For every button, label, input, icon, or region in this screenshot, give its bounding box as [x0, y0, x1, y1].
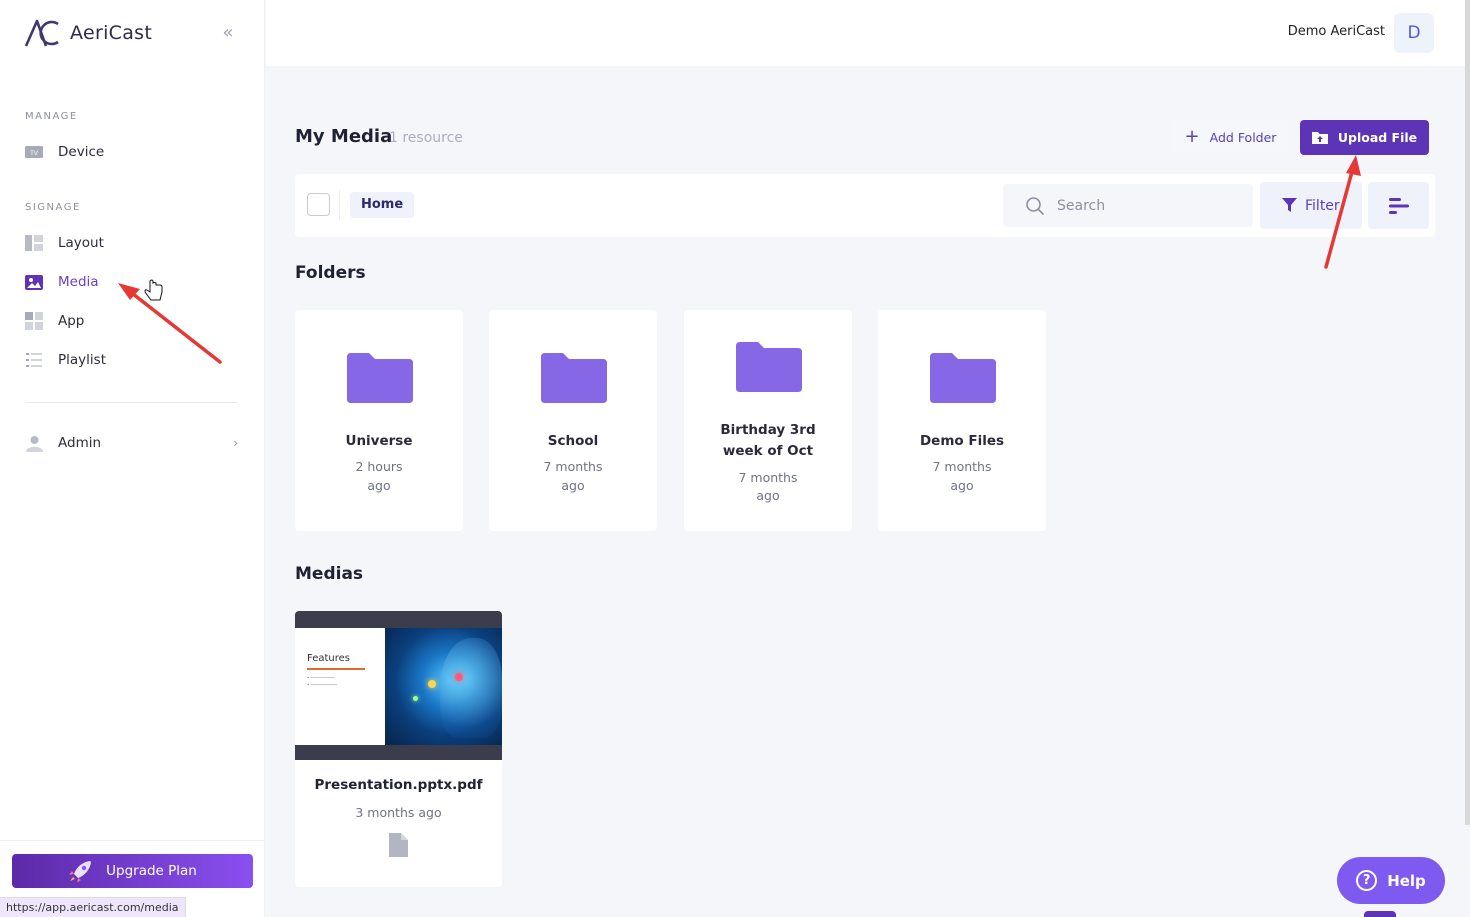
folder-card-universe[interactable]: Universe 2 hours ago — [295, 310, 463, 531]
section-label-signage: SIGNAGE — [25, 202, 81, 213]
media-card-presentation[interactable]: Features • ────────── • ─────────── Pres… — [295, 611, 502, 887]
layout-icon — [25, 234, 43, 252]
page-title: My Media — [295, 126, 393, 147]
help-label: Help — [1387, 871, 1426, 890]
sidebar-item-label: Media — [58, 274, 99, 290]
slide-bullet: • ────────── — [307, 675, 335, 680]
sidebar-item-label: Admin — [58, 435, 102, 451]
media-time: 3 months ago — [355, 805, 442, 820]
add-folder-label: Add Folder — [1209, 129, 1277, 145]
ai-head-graphic — [440, 638, 502, 738]
plus-icon: + — [1184, 126, 1200, 147]
folder-time: ago — [950, 478, 974, 493]
sidebar-item-layout[interactable]: Layout — [25, 231, 240, 255]
filter-button[interactable]: Filter — [1260, 182, 1362, 229]
sort-button[interactable] — [1368, 182, 1429, 229]
status-bar-url: https://app.aericast.com/media — [0, 897, 186, 917]
slide-underline — [307, 668, 365, 670]
search-box[interactable] — [1003, 184, 1253, 227]
scrollbar[interactable] — [1465, 0, 1470, 825]
breadcrumb-home[interactable]: Home — [350, 192, 415, 218]
folder-time: 2 hours — [355, 459, 403, 474]
aericast-logo-icon — [24, 19, 59, 47]
folder-name: week of Oct — [722, 443, 814, 459]
user-name[interactable]: Demo AeriCast — [1288, 24, 1385, 39]
medias-heading: Medias — [295, 564, 364, 584]
sidebar-item-label: Playlist — [58, 352, 106, 368]
brand[interactable]: AeriCast — [24, 18, 152, 48]
folder-name: School — [547, 433, 599, 449]
media-toolbar: Home Filter — [295, 174, 1435, 237]
sidebar-item-app[interactable]: App — [25, 309, 240, 333]
media-thumbnail: Features • ────────── • ─────────── — [295, 611, 502, 760]
slide-bullet: • ─────────── — [307, 682, 338, 687]
folder-icon — [347, 353, 413, 403]
help-button[interactable]: ? Help — [1337, 857, 1445, 904]
brand-name: AeriCast — [70, 22, 153, 44]
filter-label: Filter — [1305, 197, 1340, 214]
file-icon — [389, 833, 408, 857]
folder-icon — [930, 353, 996, 403]
folders-heading: Folders — [295, 263, 366, 283]
spark-graphic — [428, 680, 436, 688]
upload-file-button[interactable]: Upload File — [1300, 120, 1429, 155]
slide-title: Features — [307, 653, 350, 664]
sort-lines-icon — [1388, 197, 1409, 214]
slide-preview: Features • ────────── • ─────────── — [295, 628, 502, 745]
avatar[interactable]: D — [1394, 13, 1434, 53]
folder-time: ago — [367, 478, 391, 493]
folder-name: Birthday 3rd — [720, 422, 816, 438]
folder-icon — [736, 342, 802, 392]
folder-name: Universe — [345, 433, 413, 449]
playlist-icon — [25, 351, 43, 369]
folder-card-demo-files[interactable]: Demo Files 7 months ago — [878, 310, 1046, 531]
upgrade-plan-button[interactable]: Upgrade Plan — [12, 854, 253, 888]
apps-grid-icon — [25, 312, 43, 330]
bottom-tab — [1364, 911, 1396, 917]
sidebar-item-label: App — [58, 313, 85, 329]
select-all-checkbox[interactable] — [307, 193, 330, 216]
folder-time: 7 months — [738, 470, 798, 485]
folder-card-school[interactable]: School 7 months ago — [489, 310, 657, 531]
folder-name: Demo Files — [919, 433, 1005, 449]
question-icon: ? — [1356, 870, 1378, 891]
sidebar-item-admin[interactable]: Admin › — [25, 431, 238, 455]
folder-time: ago — [756, 488, 780, 503]
search-icon — [1026, 196, 1045, 215]
section-label-manage: MANAGE — [25, 111, 78, 122]
folder-time: 7 months — [932, 459, 992, 474]
tv-icon: TV — [25, 143, 43, 161]
user-icon — [25, 434, 43, 452]
sidebar-item-label: Device — [58, 144, 105, 160]
folder-upload-icon — [1311, 132, 1328, 144]
sidebar-item-playlist[interactable]: Playlist — [25, 348, 240, 372]
top-bar: Demo AeriCast D — [266, 0, 1470, 825]
upload-file-label: Upload File — [1337, 130, 1418, 145]
sidebar-item-label: Layout — [58, 235, 104, 251]
sidebar-item-media[interactable]: Media — [25, 270, 240, 294]
folder-icon — [541, 353, 607, 403]
spark-graphic — [413, 696, 418, 701]
resource-count: 1 resource — [389, 130, 463, 146]
rocket-icon — [69, 861, 92, 882]
upgrade-plan-label: Upgrade Plan — [106, 863, 197, 879]
collapse-sidebar-icon[interactable]: « — [216, 22, 240, 44]
image-icon — [25, 273, 43, 291]
sidebar-item-device[interactable]: TV Device — [25, 140, 240, 164]
media-name: Presentation.pptx.pdf — [314, 777, 483, 793]
folder-time: ago — [561, 478, 585, 493]
sidebar-bottom-divider — [0, 840, 265, 841]
toolbar-divider — [339, 190, 340, 220]
chevron-right-icon: › — [233, 436, 238, 450]
sidebar-divider — [25, 402, 237, 403]
folder-time: 7 months — [543, 459, 603, 474]
add-folder-button[interactable]: + Add Folder — [1172, 121, 1289, 153]
sidebar: AeriCast « MANAGE TV Device SIGNAGE Layo… — [0, 0, 265, 917]
spark-graphic — [455, 673, 463, 681]
filter-icon — [1282, 198, 1297, 212]
folder-card-birthday[interactable]: Birthday 3rd week of Oct 7 months ago — [684, 310, 852, 531]
svg-text:TV: TV — [29, 150, 39, 157]
search-input[interactable] — [1057, 197, 1237, 214]
